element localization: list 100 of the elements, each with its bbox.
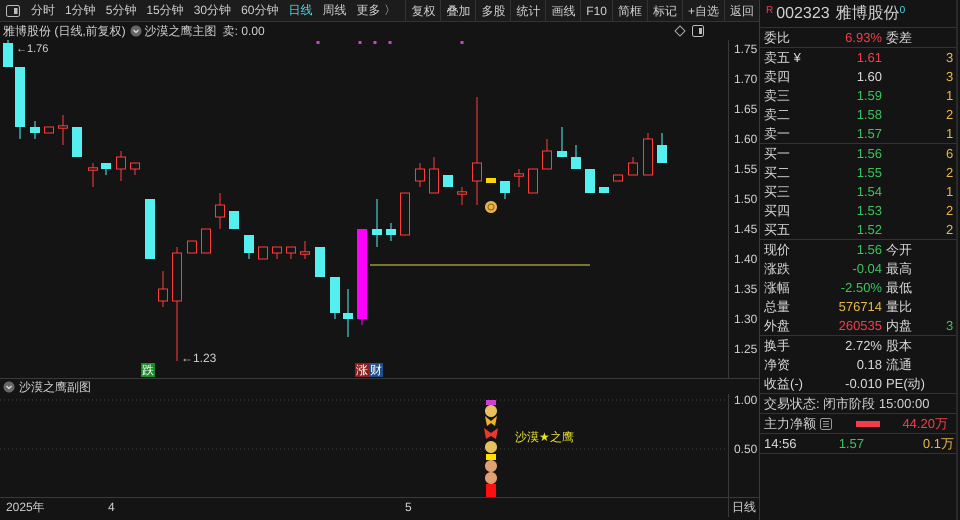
time-axis-label: 2025年 xyxy=(6,499,45,516)
quote-label: 净资 xyxy=(764,356,791,374)
quote-label: 买一 xyxy=(764,145,791,163)
candlestick xyxy=(88,162,98,188)
period-label: 日线 xyxy=(728,498,756,517)
candlestick xyxy=(443,174,453,188)
quote-value: 1.56 xyxy=(856,242,882,257)
toolbar-button[interactable]: 多股 xyxy=(475,0,510,21)
quote-value: 1.58 xyxy=(856,107,882,122)
quote-volume: 2 xyxy=(946,106,954,124)
toolbar-button[interactable]: 返回 xyxy=(724,0,759,21)
quote-value: 1.57 xyxy=(856,126,882,141)
price-axis-label: 1.45 xyxy=(734,222,758,236)
quote-value: 1.52 xyxy=(856,222,882,237)
tick-time: 14:56 xyxy=(764,435,798,453)
quote-label: 委差 xyxy=(885,29,913,47)
trade-status: 交易状态: 闭市阶段 15:00:00 xyxy=(764,395,930,413)
quote-value: 0.18 xyxy=(856,357,882,372)
quote-volume: 2 xyxy=(946,202,954,220)
quote-value: 1.60 xyxy=(856,69,882,84)
price-axis-label: 1.35 xyxy=(734,282,758,296)
signal-tag: 财 xyxy=(369,363,383,377)
candlestick xyxy=(272,246,282,260)
quote-label: 委比 xyxy=(764,29,791,47)
chart-title: 雅博股份 (日线,前复权) xyxy=(3,23,126,40)
price-axis-label: 1.30 xyxy=(734,312,758,326)
period-tab[interactable]: 周线 xyxy=(317,0,352,21)
quote-value: 1.55 xyxy=(856,165,882,180)
value-axis-label: 1.00 xyxy=(734,394,758,407)
quote-label: 买四 xyxy=(764,202,791,220)
candlestick xyxy=(3,40,13,68)
quote-label: PE(动) xyxy=(885,375,926,393)
toolbar-button[interactable]: 叠加 xyxy=(440,0,476,21)
quote-label: 量比 xyxy=(885,298,913,316)
period-tab[interactable]: 5分钟 xyxy=(100,0,142,21)
panel-toggle-icon[interactable] xyxy=(692,25,704,37)
candlestick xyxy=(229,210,239,230)
period-tab[interactable]: 60分钟 xyxy=(236,0,284,21)
list-icon[interactable] xyxy=(820,418,832,430)
toolbar-button[interactable]: 统计 xyxy=(510,0,546,21)
candlestick xyxy=(628,156,638,176)
toolbar-button[interactable]: 画线 xyxy=(545,0,580,21)
quote-label: 涨幅 xyxy=(764,279,791,297)
toolbar-button[interactable]: 简框 xyxy=(612,0,647,21)
quote-label: 内盘 xyxy=(885,317,913,335)
quote-value: 260535 xyxy=(838,318,882,333)
candlestick xyxy=(286,246,296,260)
toolbar-button[interactable]: 复权 xyxy=(405,0,440,21)
quote-volume: 3 xyxy=(946,49,954,67)
candlestick xyxy=(557,126,567,158)
quote-volume: 1 xyxy=(946,87,954,105)
price-axis-label: 1.50 xyxy=(734,192,758,206)
price-axis-label: 1.75 xyxy=(734,42,758,56)
quote-value: 1.56 xyxy=(856,146,882,161)
indicator-reading: 卖: 0.00 xyxy=(222,23,265,40)
toolbar-button[interactable]: 标记 xyxy=(646,0,682,21)
quote-label: 涨跌 xyxy=(764,260,791,278)
diamond-icon[interactable] xyxy=(674,25,686,37)
candlestick xyxy=(116,150,126,182)
quote-label: 卖五 ¥ xyxy=(764,49,802,67)
candlestick xyxy=(415,162,425,188)
toolbar-button[interactable]: +自选 xyxy=(682,0,724,21)
quote-volume: 1 xyxy=(946,125,954,143)
signal-marker xyxy=(486,178,496,183)
quote-value: 1.61 xyxy=(856,50,882,65)
period-tab[interactable]: 1分钟 xyxy=(60,0,101,21)
signal-tag: 涨 xyxy=(355,363,369,377)
quote-label: 买五 xyxy=(764,221,791,239)
quote-value: 44.20万 xyxy=(902,415,948,433)
stock-name: 雅博股份 xyxy=(836,5,900,22)
chevron-circle-icon[interactable] xyxy=(4,381,14,392)
quote-value: 576714 xyxy=(838,299,882,314)
tick-price: 1.57 xyxy=(838,436,864,451)
candlestick xyxy=(500,180,510,200)
flow-bar xyxy=(856,420,880,426)
candlestick xyxy=(201,228,211,254)
more-menu[interactable]: 更多 〉 xyxy=(351,0,401,21)
period-tab[interactable]: 30分钟 xyxy=(188,0,236,21)
candlestick xyxy=(400,192,410,236)
quote-value: 1.54 xyxy=(856,184,882,199)
quote-label: 卖一 xyxy=(764,125,791,143)
period-tab[interactable]: 日线 xyxy=(283,0,318,21)
quote-value: 2.72% xyxy=(845,338,882,353)
candlestick xyxy=(315,246,325,278)
candlestick xyxy=(30,120,40,140)
candlestick xyxy=(571,144,581,170)
candlestick xyxy=(58,114,68,146)
price-axis-label: 1.60 xyxy=(734,132,758,146)
quote-value: -0.04 xyxy=(852,261,882,276)
candlestick xyxy=(215,192,225,230)
period-tab[interactable]: 15分钟 xyxy=(141,0,189,21)
chevron-circle-icon[interactable] xyxy=(130,26,142,36)
period-tab[interactable]: 分时 xyxy=(26,0,60,21)
panel-toggle-icon[interactable] xyxy=(6,4,20,16)
quote-value: -2.50% xyxy=(840,280,882,295)
badge-count: 0 xyxy=(900,5,906,16)
quote-label: 卖二 xyxy=(764,106,791,124)
quote-volume: 1 xyxy=(946,183,954,201)
flag-label: R xyxy=(766,5,774,16)
toolbar-button[interactable]: F10 xyxy=(580,0,612,21)
